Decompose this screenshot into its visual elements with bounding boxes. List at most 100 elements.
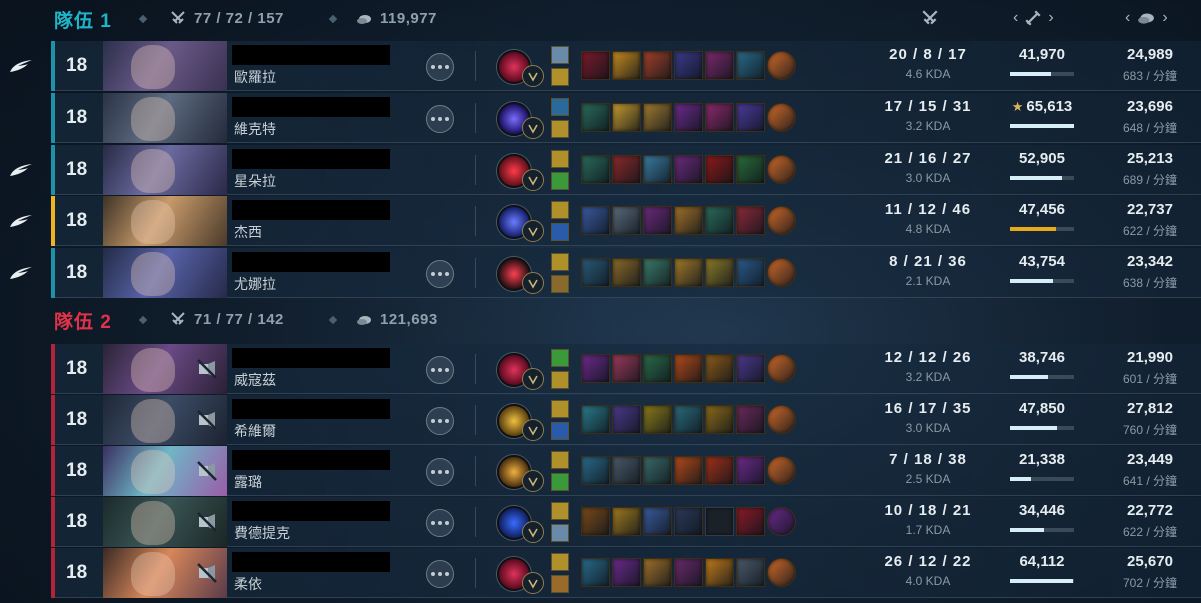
more-options-button[interactable] — [426, 458, 454, 486]
player-row[interactable]: 18 柔依 26 / 12 / 22 4.0 KDA 64,112 25,670 702 /… — [0, 548, 1201, 598]
item-icon[interactable] — [705, 103, 734, 132]
item-icon[interactable] — [736, 558, 765, 587]
summoner-name-redacted[interactable] — [232, 97, 390, 117]
player-row[interactable]: 18 星朵拉 21 / 16 / 27 3.0 KDA 52,905 25,213 689 … — [0, 145, 1201, 195]
more-options-button[interactable] — [426, 53, 454, 81]
item-icon[interactable] — [581, 456, 610, 485]
item-icon[interactable] — [643, 405, 672, 434]
summoner-name-redacted[interactable] — [232, 348, 390, 368]
secondary-rune-icon[interactable] — [522, 470, 544, 492]
item-icon[interactable] — [736, 405, 765, 434]
player-row[interactable]: 18 希維爾 16 / 17 / 35 3.0 KDA 47,850 27,812 760 … — [0, 395, 1201, 445]
summoner-spell-1-icon[interactable] — [551, 150, 569, 168]
item-icon[interactable] — [643, 206, 672, 235]
item-icon[interactable] — [612, 456, 641, 485]
summoner-spell-2-icon[interactable] — [551, 524, 569, 542]
item-icon[interactable] — [674, 206, 703, 235]
damage-prev-arrow[interactable]: ‹ — [1008, 9, 1023, 27]
muted-report-icon[interactable] — [196, 511, 218, 533]
champion-portrait[interactable] — [103, 248, 227, 298]
summoner-spell-1-icon[interactable] — [551, 98, 569, 116]
item-icon[interactable] — [705, 258, 734, 287]
player-row[interactable]: 18 維克特 17 / 15 / 31 3.2 KDA ★ 65,613 23,696 648… — [0, 93, 1201, 143]
secondary-rune-icon[interactable] — [522, 65, 544, 87]
player-row[interactable]: 18 露璐 7 / 18 / 38 2.5 KDA 21,338 23,449 641 / … — [0, 446, 1201, 496]
muted-report-icon[interactable] — [196, 562, 218, 584]
summoner-spell-2-icon[interactable] — [551, 223, 569, 241]
gold-column-header[interactable]: ‹ › — [1120, 8, 1173, 28]
more-options-button[interactable] — [426, 356, 454, 384]
champion-portrait[interactable] — [103, 41, 227, 91]
item-icon[interactable] — [674, 51, 703, 80]
item-icon[interactable] — [643, 103, 672, 132]
summoner-spell-2-icon[interactable] — [551, 371, 569, 389]
item-icon[interactable] — [612, 507, 641, 536]
muted-report-icon[interactable] — [196, 460, 218, 482]
secondary-rune-icon[interactable] — [522, 117, 544, 139]
secondary-rune-icon[interactable] — [522, 272, 544, 294]
player-row[interactable]: 18 杰西 11 / 12 / 46 4.8 KDA 47,456 22,737 622 /… — [0, 196, 1201, 246]
summoner-spell-2-icon[interactable] — [551, 575, 569, 593]
summoner-spell-1-icon[interactable] — [551, 451, 569, 469]
item-icon[interactable] — [705, 51, 734, 80]
more-options-button[interactable] — [426, 105, 454, 133]
more-options-button[interactable] — [426, 509, 454, 537]
item-icon[interactable] — [643, 456, 672, 485]
item-icon[interactable] — [736, 456, 765, 485]
summoner-name-redacted[interactable] — [232, 399, 390, 419]
muted-report-icon[interactable] — [196, 358, 218, 380]
summoner-name-redacted[interactable] — [232, 501, 390, 521]
more-options-button[interactable] — [426, 407, 454, 435]
summoner-spell-1-icon[interactable] — [551, 400, 569, 418]
damage-next-arrow[interactable]: › — [1043, 9, 1058, 27]
item-icon[interactable] — [674, 456, 703, 485]
trinket-icon[interactable] — [767, 405, 796, 434]
secondary-rune-icon[interactable] — [522, 521, 544, 543]
trinket-icon[interactable] — [767, 507, 796, 536]
item-icon[interactable] — [581, 206, 610, 235]
trinket-icon[interactable] — [767, 354, 796, 383]
item-icon[interactable] — [612, 51, 641, 80]
summoner-name-redacted[interactable] — [232, 200, 390, 220]
item-icon[interactable] — [643, 558, 672, 587]
item-icon[interactable] — [643, 51, 672, 80]
summoner-spell-1-icon[interactable] — [551, 253, 569, 271]
player-row[interactable]: 18 威寇茲 12 / 12 / 26 3.2 KDA 38,746 21,990 601 … — [0, 344, 1201, 394]
summoner-spell-1-icon[interactable] — [551, 502, 569, 520]
item-icon[interactable] — [705, 405, 734, 434]
trinket-icon[interactable] — [767, 51, 796, 80]
item-icon[interactable] — [674, 507, 703, 536]
secondary-rune-icon[interactable] — [522, 572, 544, 594]
item-icon[interactable] — [736, 258, 765, 287]
item-icon[interactable] — [612, 155, 641, 184]
summoner-name-redacted[interactable] — [232, 552, 390, 572]
item-icon[interactable] — [581, 558, 610, 587]
item-icon[interactable] — [736, 206, 765, 235]
more-options-button[interactable] — [426, 260, 454, 288]
summoner-spell-2-icon[interactable] — [551, 172, 569, 190]
item-icon[interactable] — [674, 558, 703, 587]
item-icon[interactable] — [674, 155, 703, 184]
summoner-spell-1-icon[interactable] — [551, 201, 569, 219]
champion-portrait[interactable] — [103, 145, 227, 195]
more-options-button[interactable] — [426, 560, 454, 588]
player-row[interactable]: 18 歐羅拉 20 / 8 / 17 4.6 KDA 41,970 24,989 683 /… — [0, 41, 1201, 91]
item-icon[interactable] — [705, 155, 734, 184]
summoner-name-redacted[interactable] — [232, 450, 390, 470]
item-icon[interactable] — [736, 354, 765, 383]
item-icon[interactable] — [674, 258, 703, 287]
item-icon[interactable] — [643, 507, 672, 536]
item-icon[interactable] — [705, 206, 734, 235]
secondary-rune-icon[interactable] — [522, 220, 544, 242]
item-icon[interactable] — [581, 51, 610, 80]
summoner-name-redacted[interactable] — [232, 252, 390, 272]
gold-prev-arrow[interactable]: ‹ — [1120, 9, 1135, 27]
trinket-icon[interactable] — [767, 558, 796, 587]
summoner-name-redacted[interactable] — [232, 45, 390, 65]
item-icon[interactable] — [674, 405, 703, 434]
summoner-spell-1-icon[interactable] — [551, 349, 569, 367]
item-icon[interactable] — [612, 103, 641, 132]
item-icon[interactable] — [581, 405, 610, 434]
summoner-spell-1-icon[interactable] — [551, 553, 569, 571]
item-icon[interactable] — [612, 354, 641, 383]
